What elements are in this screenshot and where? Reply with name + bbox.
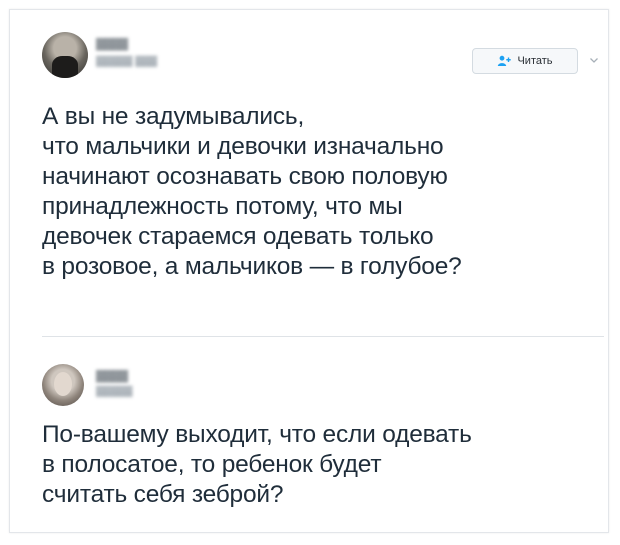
- tweet-text: По-вашему выходит, что если одевать в по…: [42, 420, 588, 510]
- tweet-text-line: в розовое, а мальчиков — в голубое?: [42, 253, 462, 280]
- follow-label: Читать: [517, 55, 553, 67]
- tweet-text-line: принадлежность потому, что мы: [42, 193, 403, 220]
- avatar[interactable]: [42, 32, 88, 78]
- tweet-original: ▓▓▓▓ ▓▓▓▓▓ ▓▓▓ Читать А вы не задумывали…: [10, 10, 608, 330]
- tweet-text-line: девочек стараемся одевать только: [42, 223, 434, 250]
- tweet-text-line: А вы не задумывались,: [42, 103, 305, 130]
- follow-button[interactable]: Читать: [472, 48, 578, 74]
- tweet-text-line: в полосатое, то ребенок будет: [42, 451, 382, 478]
- author-handle[interactable]: ▓▓▓▓▓ ▓▓▓: [96, 56, 157, 67]
- avatar[interactable]: [42, 364, 84, 406]
- author-handle[interactable]: ▓▓▓▓▓: [96, 386, 132, 397]
- tweet-text: А вы не задумывались, что мальчики и дев…: [42, 102, 588, 282]
- author-name[interactable]: ▓▓▓▓: [96, 370, 128, 382]
- chevron-down-icon[interactable]: [588, 54, 600, 66]
- add-user-icon: [498, 55, 512, 66]
- tweet-reply: ▓▓▓▓ ▓▓▓▓▓ По-вашему выходит, что если о…: [10, 340, 608, 530]
- tweet-text-line: По-вашему выходит, что если одевать: [42, 421, 472, 448]
- conversation-card: ▓▓▓▓ ▓▓▓▓▓ ▓▓▓ Читать А вы не задумывали…: [9, 9, 609, 533]
- tweet-text-line: начинают осознавать свою половую: [42, 163, 448, 190]
- divider: [42, 336, 604, 337]
- tweet-text-line: что мальчики и девочки изначально: [42, 133, 444, 160]
- author-name[interactable]: ▓▓▓▓: [96, 38, 128, 50]
- tweet-text-line: считать себя зеброй?: [42, 481, 284, 508]
